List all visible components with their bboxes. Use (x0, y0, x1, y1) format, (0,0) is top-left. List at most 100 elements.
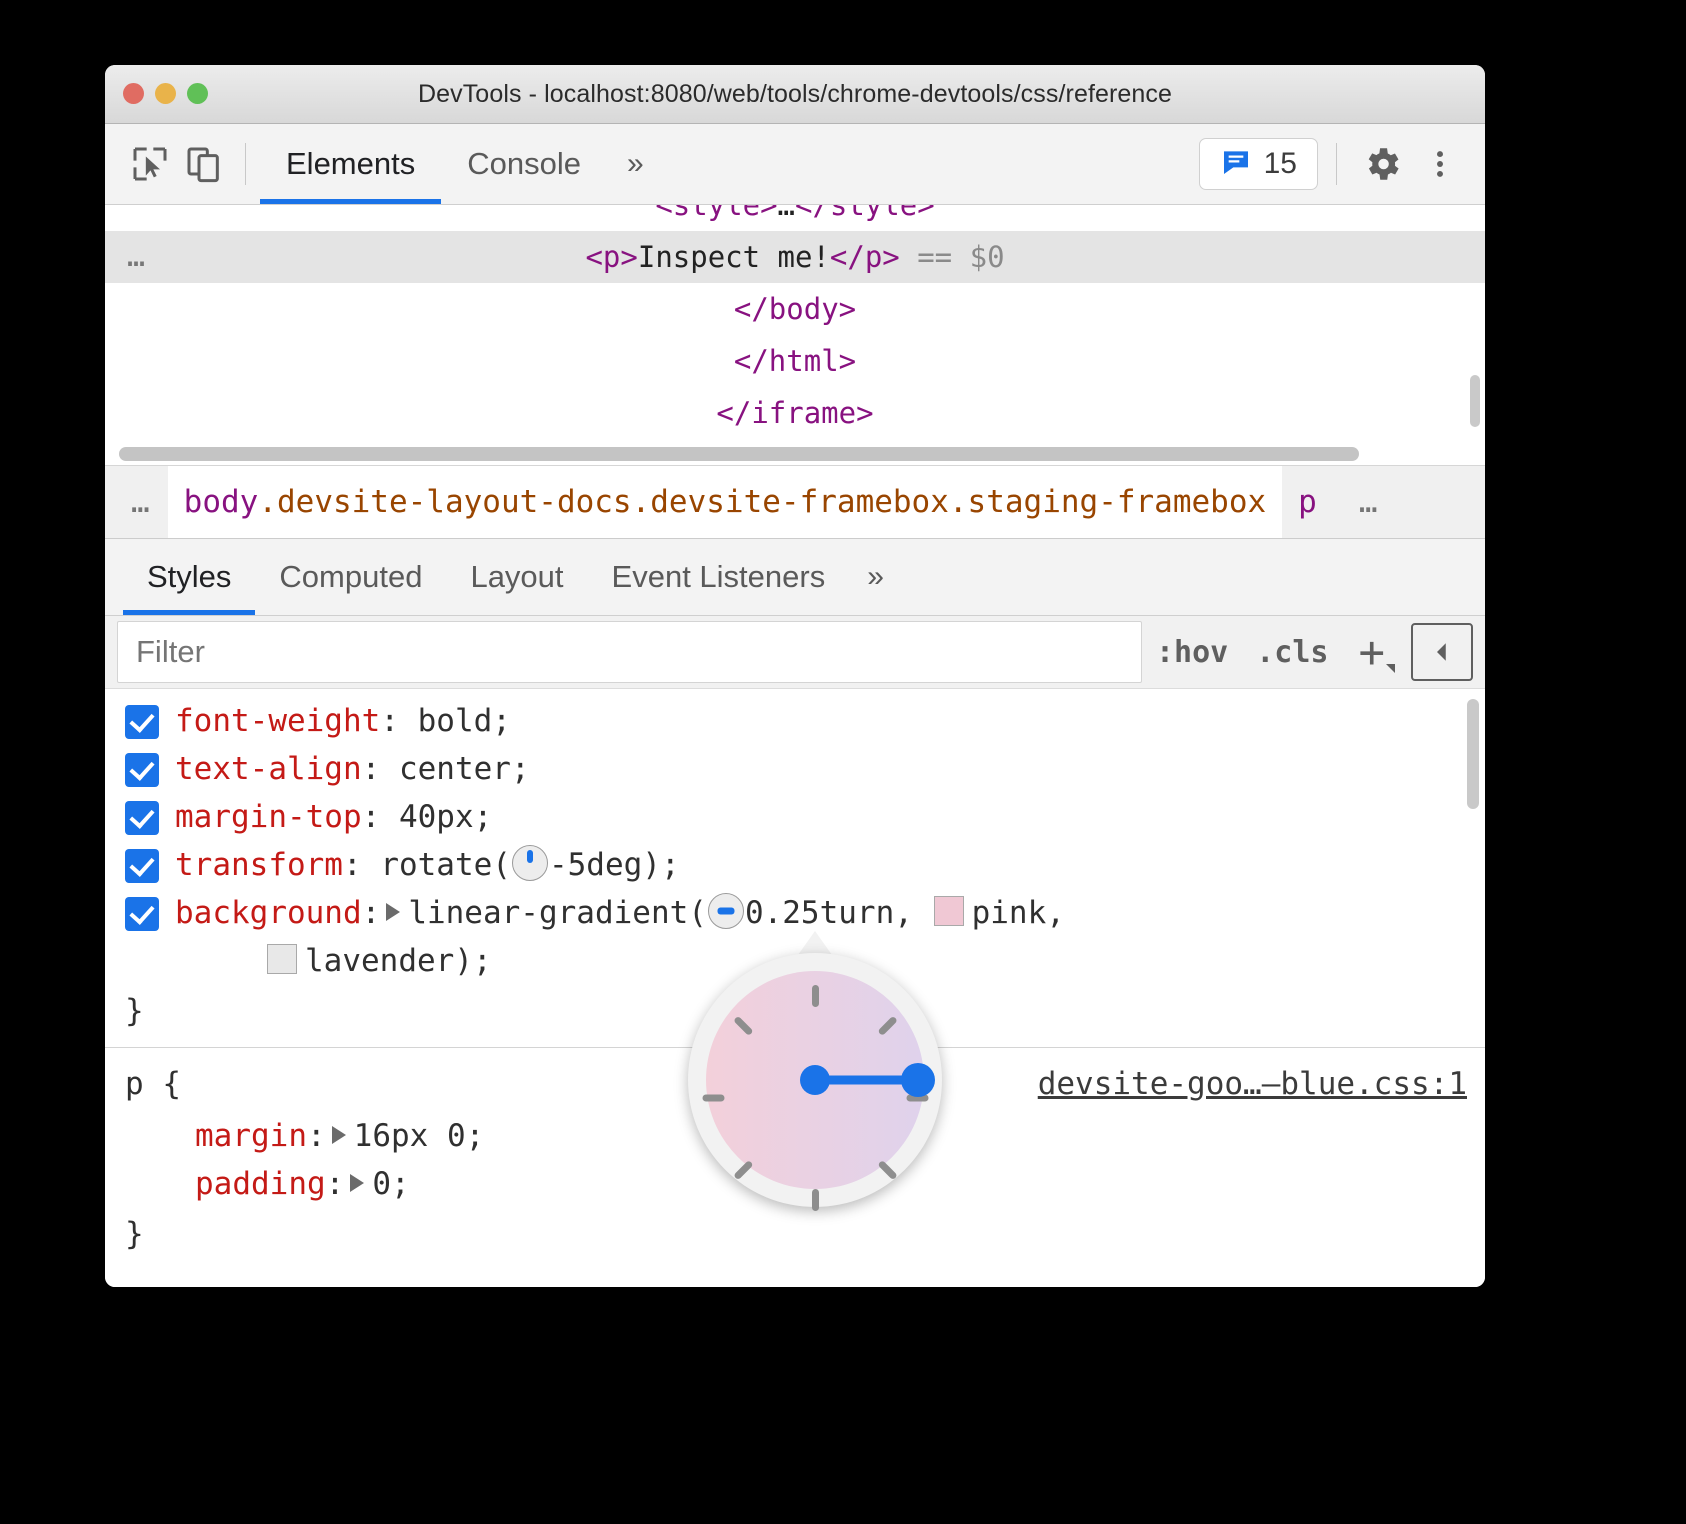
styles-pane-tabbar: Styles Computed Layout Event Listeners » (105, 539, 1485, 616)
dom-row-overflow-icon[interactable]: … (127, 231, 147, 283)
property-value-suffix[interactable]: -5deg); (549, 847, 680, 883)
breadcrumb-overflow-right[interactable]: … (1333, 466, 1396, 538)
zoom-window-button[interactable] (187, 83, 208, 104)
tab-event-listeners-label: Event Listeners (612, 559, 826, 595)
angle-picker-gradient-preview (706, 971, 924, 1189)
property-value[interactable]: bold; (418, 703, 511, 739)
property-value-turn[interactable]: 0.25turn, (745, 895, 932, 931)
tab-layout-label: Layout (470, 559, 563, 595)
gear-icon[interactable] (1355, 137, 1409, 191)
expand-triangle-icon[interactable] (386, 903, 400, 921)
property-name[interactable]: transform (175, 847, 343, 883)
angle-tick (812, 985, 819, 1007)
inspect-cursor-icon[interactable] (123, 137, 177, 191)
property-value-prefix: linear-gradient( (408, 895, 707, 931)
declaration-enabled-checkbox[interactable] (125, 849, 159, 883)
dom-tree-vertical-scrollbar[interactable] (1470, 375, 1480, 427)
chevron-down-icon (1386, 664, 1395, 673)
search-input[interactable] (117, 621, 1142, 683)
property-name[interactable]: text-align (175, 751, 362, 787)
tab-layout[interactable]: Layout (446, 539, 587, 615)
rule-selector[interactable]: p { (125, 1056, 181, 1112)
dom-tree-horizontal-scrollbar-track[interactable] (105, 443, 1485, 465)
declaration-text-align[interactable]: text-align: center; (105, 745, 1485, 793)
angle-picker-dial[interactable] (688, 953, 942, 1207)
tab-styles[interactable]: Styles (123, 539, 255, 615)
color-swatch-lavender[interactable] (267, 944, 297, 974)
tab-console[interactable]: Console (441, 124, 607, 204)
property-name[interactable]: padding (195, 1166, 326, 1202)
declaration-enabled-checkbox[interactable] (125, 897, 159, 931)
color-swatch-pink[interactable] (934, 896, 964, 926)
breadcrumb-item-p[interactable]: p (1282, 466, 1333, 538)
styles-filter-toolbar: :hov .cls + (105, 616, 1485, 689)
dom-style-ellipsis: … (778, 205, 795, 222)
tab-computed[interactable]: Computed (255, 539, 446, 615)
declaration-enabled-checkbox[interactable] (125, 705, 159, 739)
tab-styles-label: Styles (147, 559, 231, 595)
element-classes-button[interactable]: .cls (1242, 621, 1342, 683)
angle-clock-icon[interactable] (708, 893, 744, 929)
property-value[interactable]: 40px; (399, 799, 492, 835)
more-styles-tabs-chevron-icon[interactable]: » (849, 560, 902, 594)
dom-p-dollar-zero: == $0 (900, 240, 1005, 274)
dom-tree-horizontal-scrollbar-thumb[interactable] (119, 447, 1359, 461)
close-window-button[interactable] (123, 83, 144, 104)
angle-picker-caret-icon (798, 931, 832, 955)
dom-line-p-selected[interactable]: … <p>Inspect me!</p> == $0 (105, 231, 1485, 283)
window-traffic-lights (123, 83, 208, 104)
toolbar-divider (245, 143, 246, 185)
device-toolbar-icon[interactable] (177, 137, 231, 191)
stylesheet-source-link[interactable]: devsite-goo…–blue.css:1 (1038, 1056, 1467, 1112)
property-value[interactable]: 0; (372, 1166, 409, 1202)
more-panels-chevron-icon[interactable]: » (607, 147, 664, 181)
declaration-margin-top[interactable]: margin-top: 40px; (105, 793, 1485, 841)
toggle-element-state-button[interactable]: :hov (1142, 621, 1242, 683)
tab-elements-label: Elements (286, 146, 415, 182)
angle-tick (877, 1160, 898, 1181)
expand-triangle-icon[interactable] (332, 1126, 346, 1144)
property-value[interactable]: 16px 0; (354, 1118, 485, 1154)
rule-close-brace: } (105, 1208, 1485, 1260)
dom-line-iframe-close[interactable]: </iframe> (105, 387, 1485, 439)
dom-style-close: </style> (795, 205, 935, 222)
breadcrumb-overflow-left[interactable]: … (105, 466, 168, 538)
styles-pane-scrollbar[interactable] (1467, 699, 1479, 809)
tab-console-label: Console (467, 146, 581, 182)
color-label-lavender[interactable]: lavender); (305, 943, 492, 979)
declaration-enabled-checkbox[interactable] (125, 801, 159, 835)
dom-iframe-close: </iframe> (716, 396, 873, 430)
property-name[interactable]: font-weight (175, 703, 380, 739)
declaration-enabled-checkbox[interactable] (125, 753, 159, 787)
tab-event-listeners[interactable]: Event Listeners (588, 539, 850, 615)
minimize-window-button[interactable] (155, 83, 176, 104)
expand-triangle-icon[interactable] (350, 1174, 364, 1192)
declaration-font-weight[interactable]: font-weight: bold; (105, 697, 1485, 745)
dom-tree-panel[interactable]: <style>…</style> … <p>Inspect me!</p> ==… (105, 205, 1485, 466)
dom-line-style[interactable]: <style>…</style> (105, 205, 1485, 231)
tab-elements[interactable]: Elements (260, 124, 441, 204)
breadcrumb-p-tag: p (1298, 484, 1317, 520)
dom-line-html-close[interactable]: </html> (105, 335, 1485, 387)
angle-clock-icon[interactable] (512, 845, 548, 881)
window-titlebar: DevTools - localhost:8080/web/tools/chro… (105, 65, 1485, 124)
property-name[interactable]: margin-top (175, 799, 362, 835)
three-dot-menu-icon[interactable] (1413, 137, 1467, 191)
new-style-rule-button[interactable]: + (1343, 621, 1402, 683)
dom-line-body-close[interactable]: </body> (105, 283, 1485, 335)
dom-style-open: <style> (655, 205, 777, 222)
property-name[interactable]: margin (195, 1118, 307, 1154)
angle-tick (733, 1160, 754, 1181)
message-count-button[interactable]: 15 (1199, 138, 1318, 190)
color-label-pink[interactable]: pink, (972, 895, 1065, 931)
breadcrumb-item-body[interactable]: body.devsite-layout-docs.devsite-framebo… (168, 466, 1283, 538)
declaration-transform[interactable]: transform: rotate(-5deg); (105, 841, 1485, 889)
sidebar-collapse-icon[interactable] (1411, 623, 1473, 681)
angle-picker-knob[interactable] (901, 1063, 935, 1097)
property-value[interactable]: center; (399, 751, 530, 787)
angle-picker-clock[interactable] (688, 953, 942, 1207)
property-name[interactable]: background (175, 895, 362, 931)
breadcrumb-body-tag: body (184, 484, 259, 520)
dom-p-open: <p> (585, 240, 637, 274)
devtools-main-toolbar: Elements Console » 15 (105, 124, 1485, 205)
